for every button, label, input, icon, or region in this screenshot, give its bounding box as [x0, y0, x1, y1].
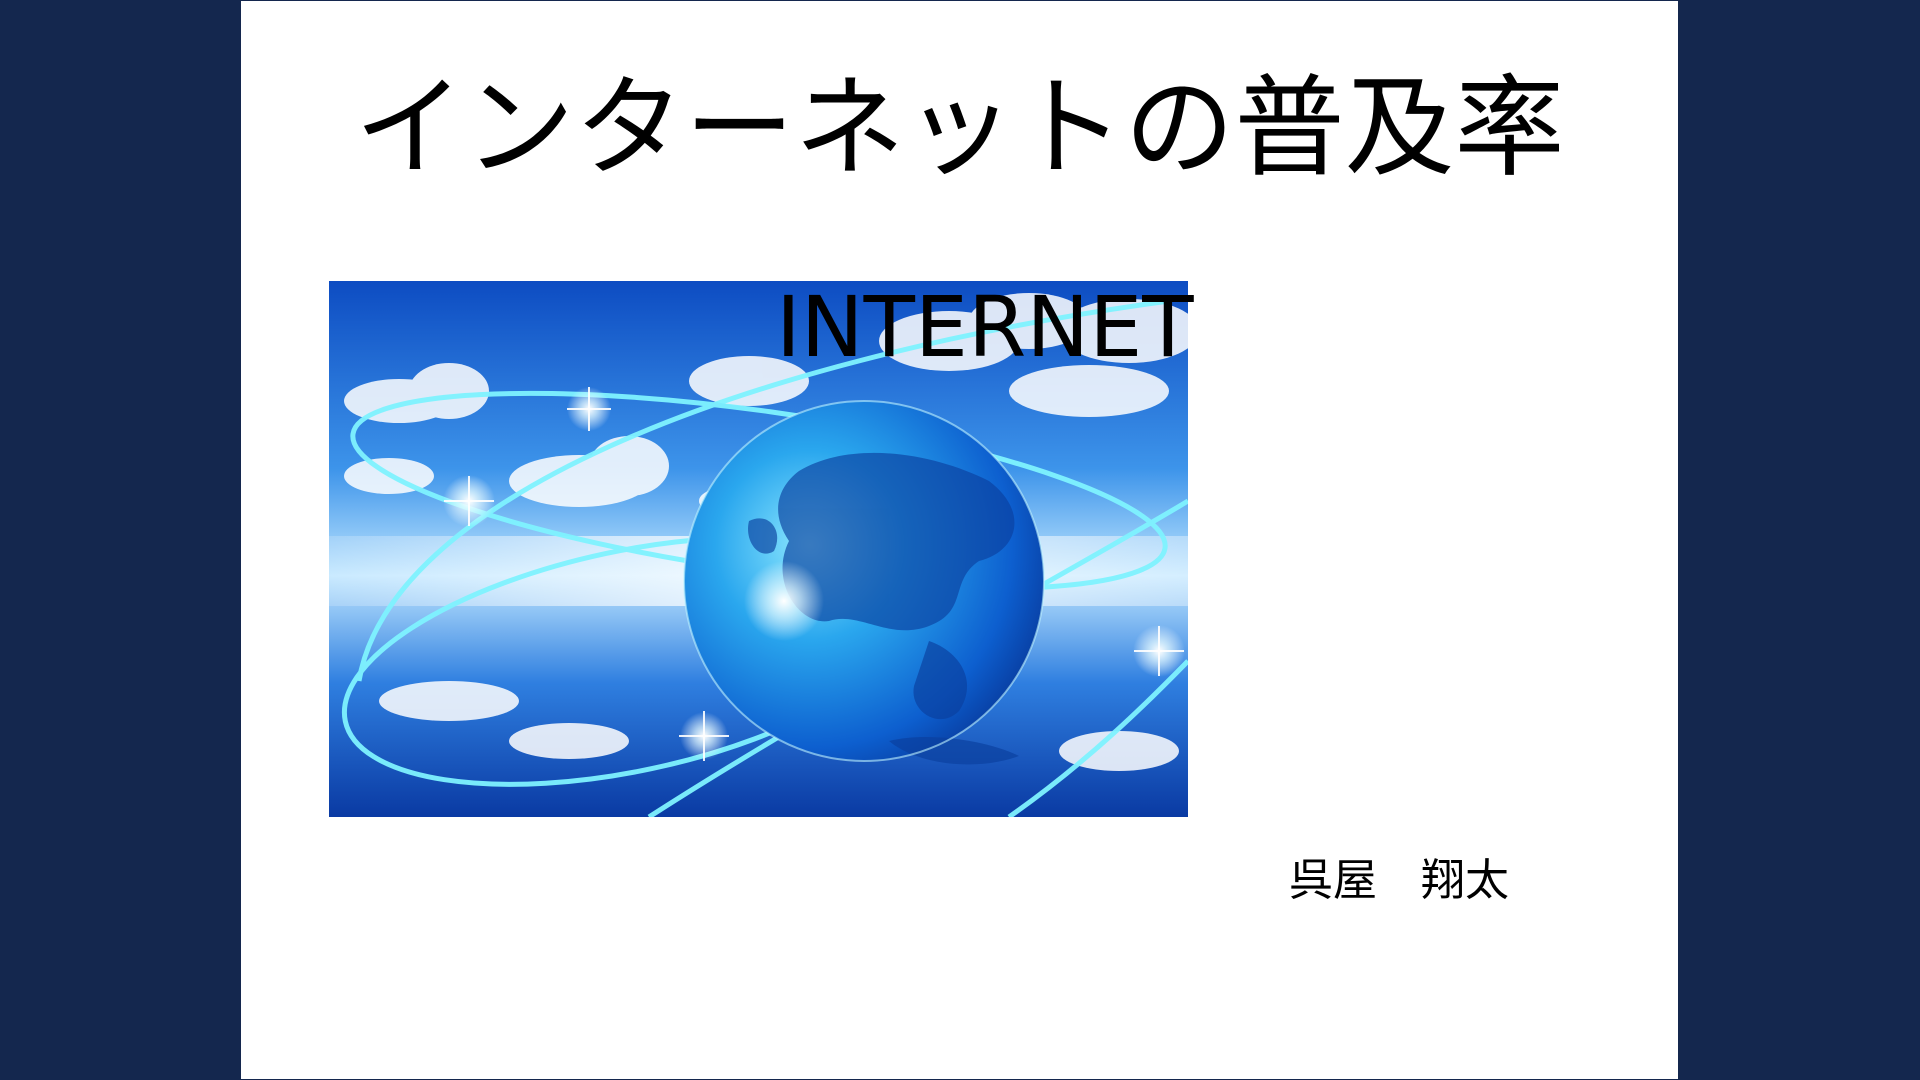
slide-title[interactable]: インターネットの普及率 [241, 63, 1678, 193]
image-caption-internet: INTERNET [776, 278, 1194, 376]
author-name[interactable]: 呉屋 翔太 [1289, 854, 1509, 908]
slide[interactable]: インターネットの普及率 INTERNET 呉屋 翔太 [241, 1, 1678, 1079]
presentation-frame: インターネットの普及率 INTERNET 呉屋 翔太 [0, 0, 1920, 1080]
